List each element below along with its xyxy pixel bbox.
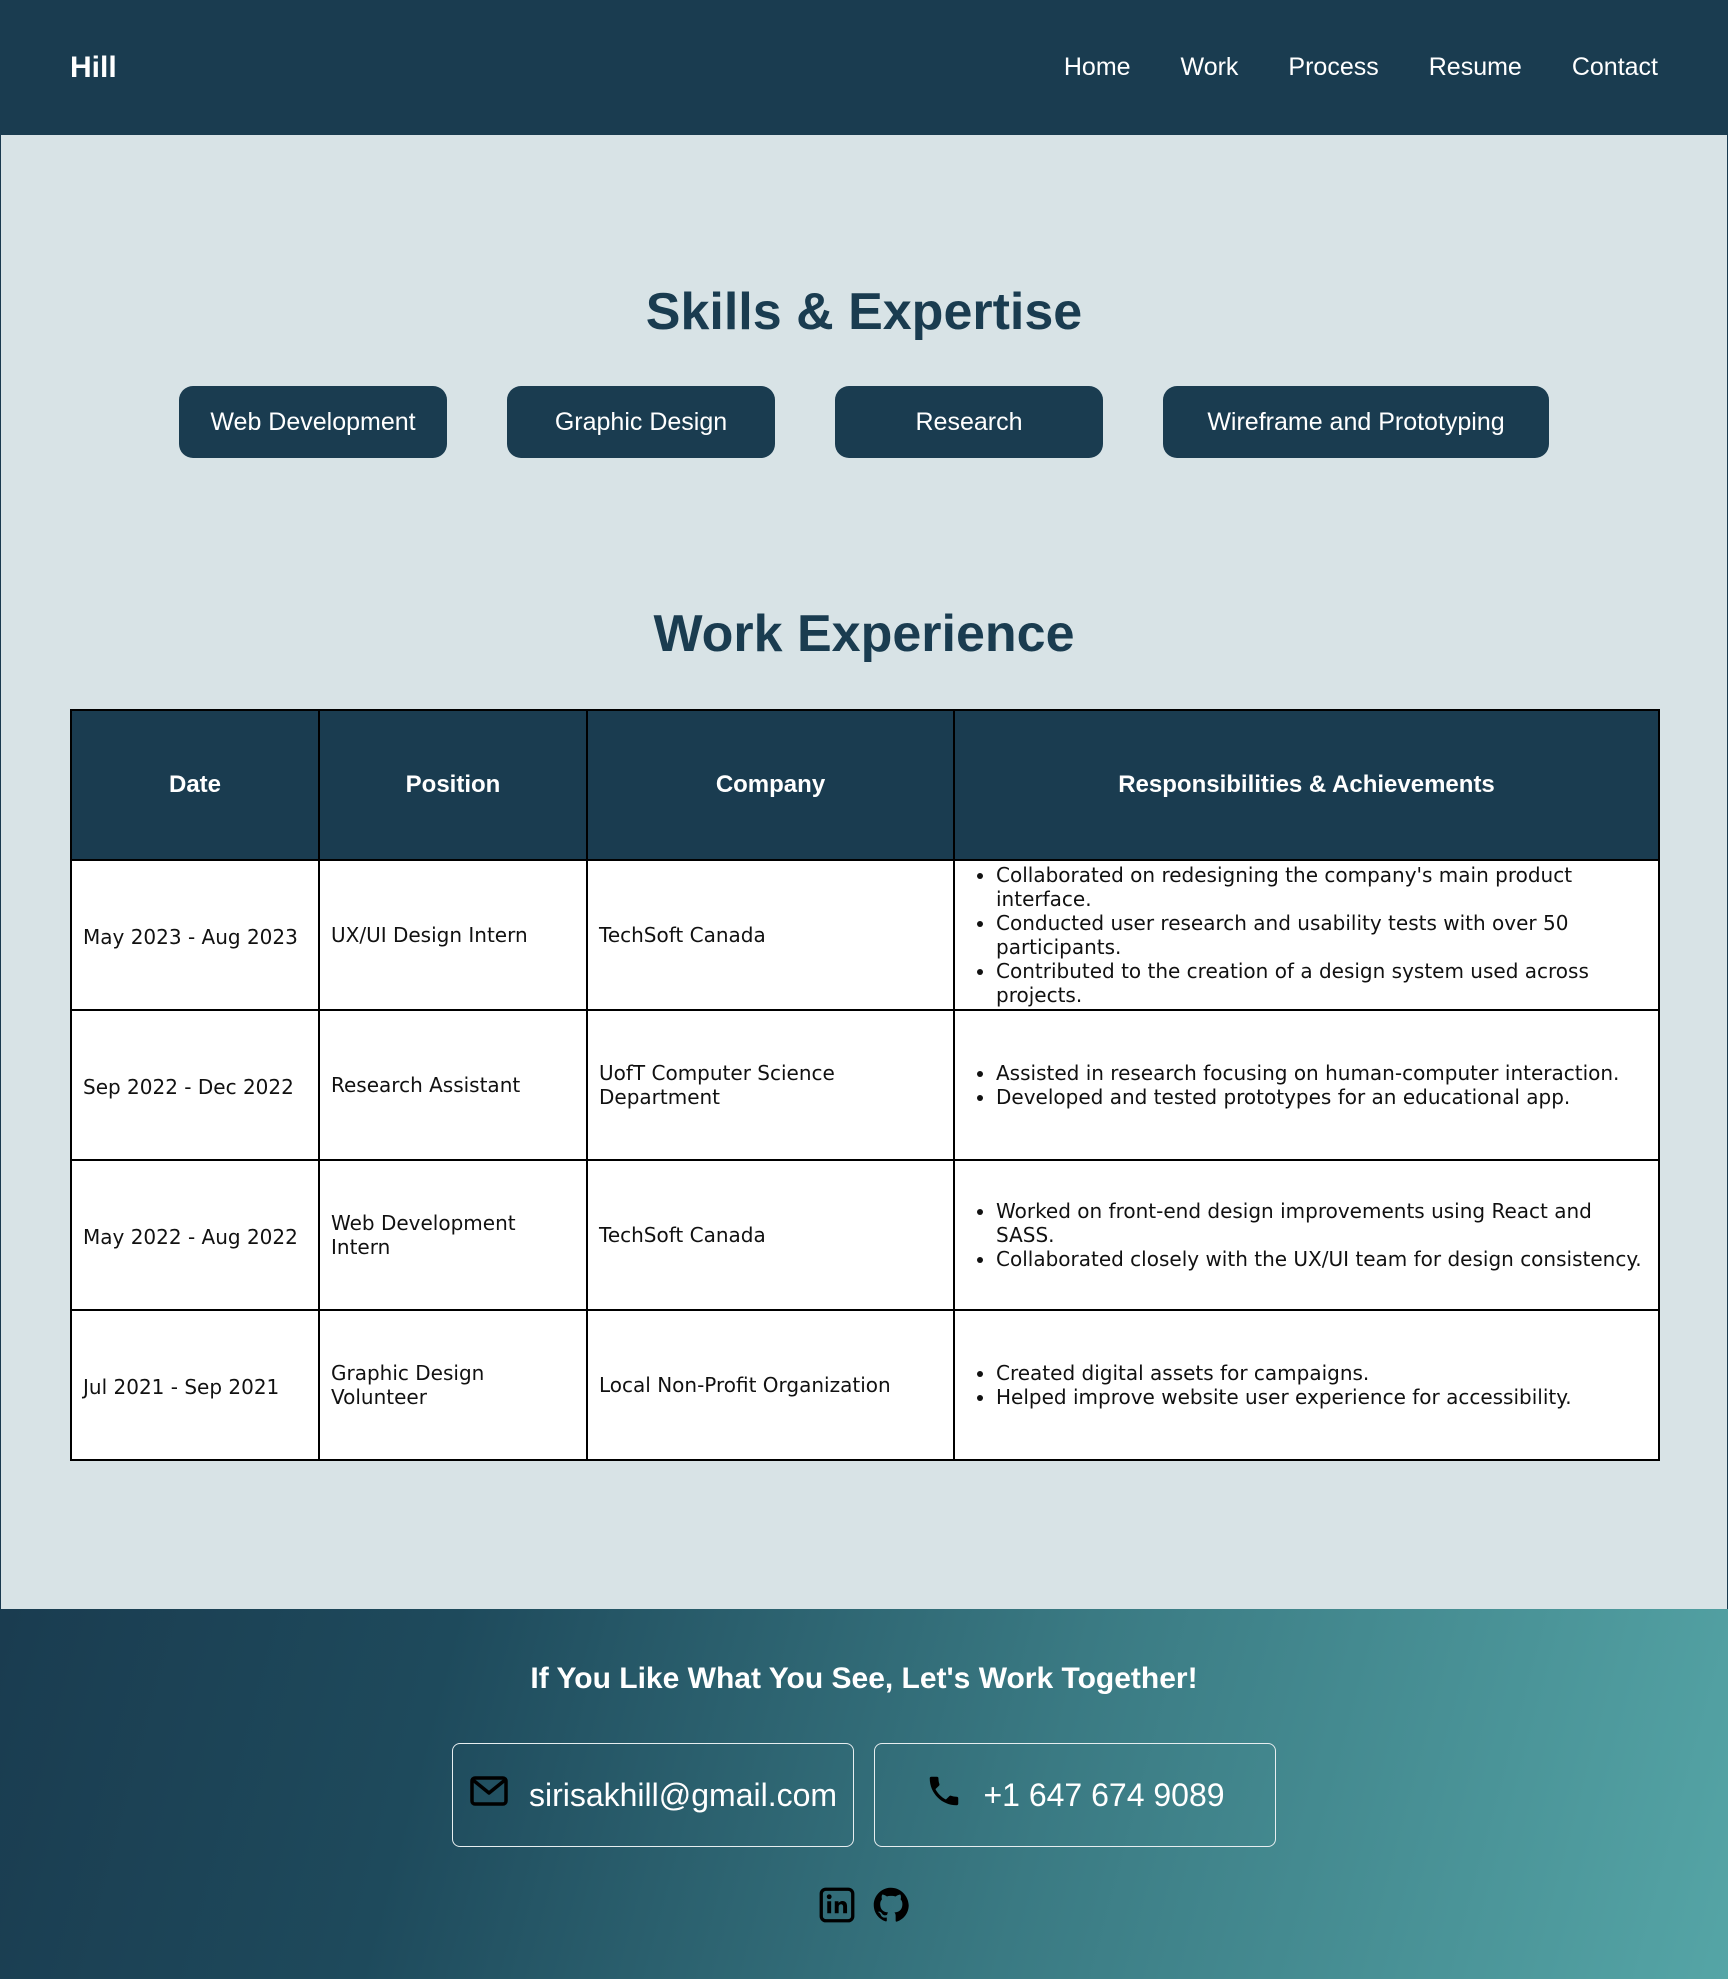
table-row: May 2022 - Aug 2022 Web Development Inte… [70,1159,1660,1311]
list-item: Collaborated on redesigning the company'… [996,863,1647,911]
cell-position: Graphic Design Volunteer [318,1309,588,1461]
cell-position: UX/UI Design Intern [318,859,588,1011]
cell-company: Local Non-Profit Organization [586,1309,955,1461]
table-row: Sep 2022 - Dec 2022 Research Assistant U… [70,1009,1660,1161]
cell-date: Sep 2022 - Dec 2022 [70,1009,320,1161]
phone-icon [925,1772,963,1818]
skill-graphic-design[interactable]: Graphic Design [507,386,775,458]
list-item: Created digital assets for campaigns. [996,1361,1647,1385]
github-icon[interactable] [873,1887,909,1928]
footer-cta-title: If You Like What You See, Let's Work Tog… [530,1662,1198,1695]
cell-date: Jul 2021 - Sep 2021 [70,1309,320,1461]
phone-contact-button[interactable]: +1 647 674 9089 [874,1743,1276,1847]
cell-responsibilities: Created digital assets for campaigns. He… [953,1309,1660,1461]
list-item: Helped improve website user experience f… [996,1385,1647,1409]
list-item: Assisted in research focusing on human-c… [996,1061,1647,1085]
list-item: Worked on front-end design improvements … [996,1199,1647,1247]
phone-text: +1 647 674 9089 [983,1776,1225,1813]
brand-logo[interactable]: Hill [70,51,117,85]
responsibility-list: Created digital assets for campaigns. He… [966,1361,1647,1409]
email-text: sirisakhill@gmail.com [528,1776,838,1813]
nav-resume-link[interactable]: Resume [1429,53,1522,82]
list-item: Conducted user research and usability te… [996,911,1647,959]
cell-position: Research Assistant [318,1009,588,1161]
nav-home-link[interactable]: Home [1064,53,1131,82]
skill-wireframe-prototyping[interactable]: Wireframe and Prototyping [1163,386,1549,458]
table-row: May 2023 - Aug 2023 UX/UI Design Intern … [70,859,1660,1011]
nav-contact-link[interactable]: Contact [1572,53,1658,82]
skills-list: Web Development Graphic Design Research … [0,386,1728,458]
cell-company: UofT Computer Science Department [586,1009,955,1161]
site-footer: If You Like What You See, Let's Work Tog… [0,1609,1728,1979]
site-header: Hill Home Work Process Resume Contact [0,0,1728,135]
linkedin-icon[interactable] [819,1887,855,1928]
cell-company: TechSoft Canada [586,1159,955,1311]
table-header-row: Date Position Company Responsibilities &… [70,709,1660,861]
column-header-position: Position [318,709,588,861]
list-item: Contributed to the creation of a design … [996,959,1647,1007]
cell-responsibilities: Worked on front-end design improvements … [953,1159,1660,1311]
responsibility-list: Assisted in research focusing on human-c… [966,1061,1647,1109]
cell-date: May 2023 - Aug 2023 [70,859,320,1011]
email-contact-button[interactable]: sirisakhill@gmail.com [452,1743,854,1847]
table-row: Jul 2021 - Sep 2021 Graphic Design Volun… [70,1309,1660,1461]
cell-responsibilities: Assisted in research focusing on human-c… [953,1009,1660,1161]
skills-title: Skills & Expertise [645,283,1083,341]
column-header-responsibilities: Responsibilities & Achievements [953,709,1660,861]
skill-research[interactable]: Research [835,386,1103,458]
list-item: Developed and tested prototypes for an e… [996,1085,1647,1109]
nav-process-link[interactable]: Process [1288,53,1378,82]
mail-icon [469,1775,509,1815]
column-header-company: Company [586,709,955,861]
cell-responsibilities: Collaborated on redesigning the company'… [953,859,1660,1011]
cell-company: TechSoft Canada [586,859,955,1011]
responsibility-list: Worked on front-end design improvements … [966,1199,1647,1271]
social-links [0,1887,1728,1928]
main-nav: Home Work Process Resume Contact [1014,53,1658,82]
responsibility-list: Collaborated on redesigning the company'… [966,863,1647,1007]
experience-table: Date Position Company Responsibilities &… [70,709,1660,1461]
cell-date: May 2022 - Aug 2022 [70,1159,320,1311]
experience-title: Work Experience [653,605,1075,663]
cell-position: Web Development Intern [318,1159,588,1311]
skill-web-development[interactable]: Web Development [179,386,447,458]
nav-work-link[interactable]: Work [1181,53,1239,82]
experience-table-wrapper: Date Position Company Responsibilities &… [70,709,1660,1461]
list-item: Collaborated closely with the UX/UI team… [996,1247,1647,1271]
column-header-date: Date [70,709,320,861]
